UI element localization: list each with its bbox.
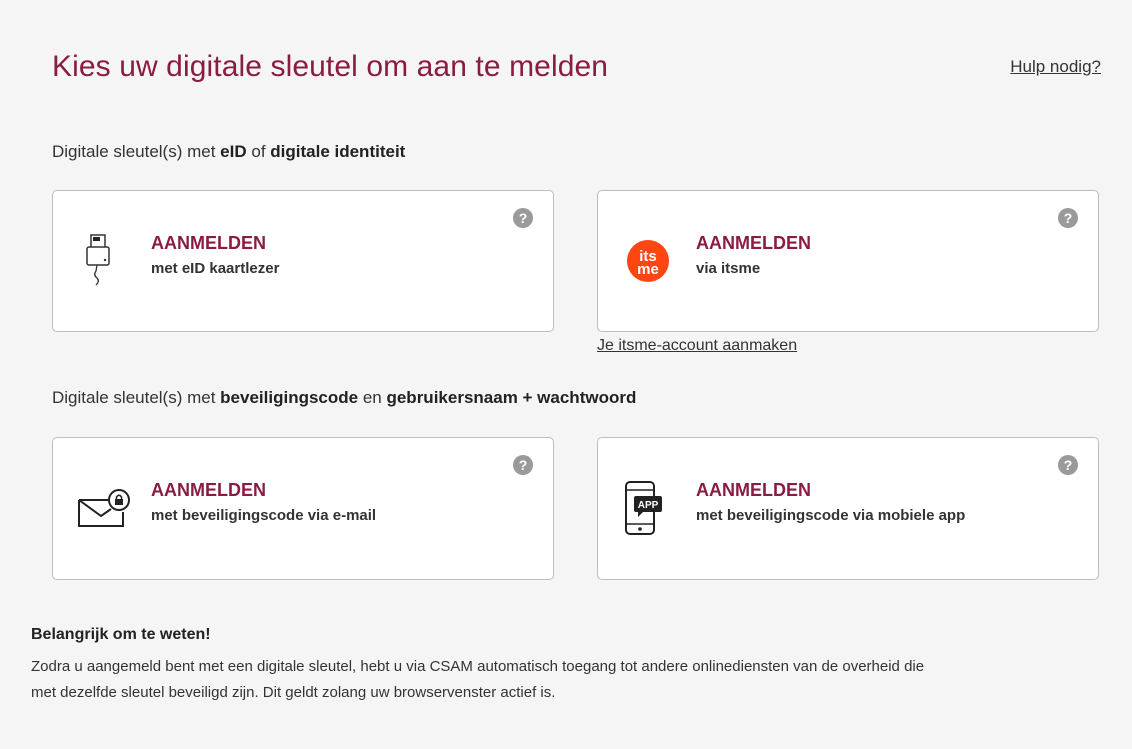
login-option-email-code[interactable]: AANMELDEN met beveiligingscode via e-mai… — [52, 437, 554, 580]
login-option-mobile-app[interactable]: APP AANMELDEN met beveiligingscode via m… — [597, 437, 1099, 580]
option-subtitle: met eID kaartlezer — [151, 260, 280, 277]
login-option-itsme[interactable]: its me AANMELDEN via itsme ? — [597, 190, 1099, 332]
help-question-icon[interactable]: ? — [1058, 455, 1078, 475]
help-question-icon[interactable]: ? — [513, 455, 533, 475]
secure-mail-icon — [75, 478, 131, 538]
app-badge-text: APP — [638, 500, 659, 511]
option-title: AANMELDEN — [151, 233, 266, 253]
section-text: of — [246, 142, 271, 161]
login-panel: Kies uw digitale sleutel om aan te melde… — [0, 0, 1132, 749]
help-question-icon[interactable]: ? — [1058, 208, 1078, 228]
section-heading-code: Digitale sleutel(s) met beveiligingscode… — [52, 388, 636, 408]
help-link[interactable]: Hulp nodig? — [1010, 57, 1101, 77]
option-title: AANMELDEN — [696, 480, 811, 500]
option-subtitle: via itsme — [696, 260, 761, 277]
section-bold: beveiligingscode — [220, 388, 359, 407]
important-title: Belangrijk om te weten! — [31, 626, 211, 643]
section-heading-eid: Digitale sleutel(s) met eID of digitale … — [52, 142, 405, 162]
card-reader-icon — [75, 231, 131, 291]
section-bold: digitale identiteit — [270, 142, 406, 161]
section-text: Digitale sleutel(s) met — [52, 142, 221, 161]
option-subtitle: met beveiligingscode via mobiele app — [696, 507, 966, 524]
section-bold: eID — [220, 142, 247, 161]
option-subtitle: met beveiligingscode via e-mail — [151, 507, 377, 524]
help-question-icon[interactable]: ? — [513, 208, 533, 228]
itsme-logo: its me — [620, 231, 676, 291]
option-title: AANMELDEN — [151, 480, 266, 500]
option-title: AANMELDEN — [696, 233, 811, 253]
mobile-app-icon: APP — [620, 478, 676, 538]
page-title: Kies uw digitale sleutel om aan te melde… — [52, 50, 609, 83]
create-itsme-account-link[interactable]: Je itsme-account aanmaken — [597, 337, 797, 355]
section-text: Digitale sleutel(s) met — [52, 388, 221, 407]
section-bold: gebruikersnaam + wachtwoord — [386, 388, 637, 407]
itsme-logo-text-bottom: me — [637, 261, 659, 278]
login-option-eid[interactable]: AANMELDEN met eID kaartlezer ? — [52, 190, 554, 332]
important-text: Zodra u aangemeld bent met een digitale … — [31, 658, 925, 701]
section-text: en — [358, 388, 387, 407]
